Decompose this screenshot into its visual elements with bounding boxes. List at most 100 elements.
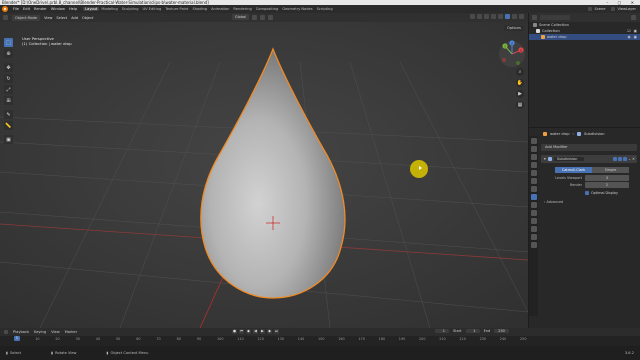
- move-tool-icon[interactable]: ✥: [4, 63, 13, 72]
- viewport-menu-object[interactable]: Object: [82, 16, 93, 20]
- xray-toggle-icon[interactable]: [491, 14, 496, 19]
- jump-start-icon[interactable]: ⏮: [239, 329, 244, 334]
- menu-help[interactable]: Help: [67, 7, 79, 11]
- add-cube-tool-icon[interactable]: ▣: [4, 135, 13, 144]
- render-tab-icon[interactable]: [530, 146, 537, 152]
- viewport-menu-view[interactable]: View: [44, 16, 52, 20]
- rotate-tool-icon[interactable]: ↻: [4, 74, 13, 83]
- timeline-menu-keying[interactable]: Keying: [34, 330, 46, 334]
- render-levels-field[interactable]: 2: [585, 182, 629, 188]
- data-tab-icon[interactable]: [530, 226, 537, 232]
- blender-logo-icon[interactable]: [2, 6, 8, 12]
- modifier-name-field[interactable]: Subdivision: [553, 157, 584, 161]
- workspace-tab-geometry-nodes[interactable]: Geometry Nodes: [280, 7, 314, 11]
- eye-icon[interactable]: ◉: [627, 34, 630, 40]
- shading-rendered-icon[interactable]: [519, 14, 524, 19]
- select-box-tool-icon[interactable]: ⬚: [4, 38, 13, 47]
- orientation-dropdown[interactable]: Global: [232, 14, 250, 20]
- menu-render[interactable]: Render: [32, 7, 49, 11]
- gizmo-toggle-icon[interactable]: [477, 14, 482, 19]
- mode-dropdown[interactable]: Object Mode: [12, 14, 41, 21]
- pivot-icon[interactable]: [252, 14, 258, 20]
- viewport-toggle-icon[interactable]: [617, 157, 622, 161]
- workspace-tab-layout[interactable]: Layout: [83, 7, 100, 11]
- texture-tab-icon[interactable]: [530, 242, 537, 248]
- workspace-tab-compositing[interactable]: Compositing: [254, 7, 281, 11]
- timeline-type-icon[interactable]: [4, 330, 8, 334]
- world-tab-icon[interactable]: [530, 178, 537, 184]
- outliner-search-icon[interactable]: [540, 15, 570, 20]
- end-frame-field[interactable]: 250: [494, 329, 509, 333]
- view-layer-selector[interactable]: ViewLayer: [611, 7, 636, 11]
- menu-file[interactable]: File: [11, 7, 21, 11]
- output-tab-icon[interactable]: [530, 154, 537, 160]
- add-modifier-button[interactable]: Add Modifier: [541, 144, 637, 151]
- workspace-tab-scripting[interactable]: Scripting: [315, 7, 335, 11]
- timeline-ruler[interactable]: 0102030405060708090100110120130140150160…: [0, 337, 528, 345]
- jump-end-icon[interactable]: ⏭: [274, 329, 279, 334]
- annotate-tool-icon[interactable]: ✎: [4, 110, 13, 119]
- viewport-menu-add[interactable]: Add: [71, 16, 78, 20]
- overlay-toggle-icon[interactable]: [484, 14, 489, 19]
- workspace-tab-modeling[interactable]: Modeling: [99, 7, 119, 11]
- physics-tab-icon[interactable]: [530, 210, 537, 216]
- menu-edit[interactable]: Edit: [21, 7, 32, 11]
- workspace-tab-texture-paint[interactable]: Texture Paint: [163, 7, 190, 11]
- play-icon[interactable]: ▶: [260, 329, 265, 334]
- levels-viewport-field[interactable]: 3: [585, 175, 629, 181]
- camera-icon[interactable]: ▣: [634, 34, 637, 40]
- shading-material-icon[interactable]: [512, 14, 517, 19]
- modifier-tab-icon[interactable]: [530, 194, 537, 200]
- outliner-row-water-drop[interactable]: water drop ◉ ▣: [529, 34, 640, 40]
- 3d-viewport[interactable]: User Perspective (1) Collection | water …: [0, 22, 528, 328]
- navigation-gizmo[interactable]: X Y Z: [498, 40, 526, 68]
- scene-selector[interactable]: Scene: [588, 7, 605, 11]
- edit-mode-toggle-icon[interactable]: [612, 157, 617, 161]
- shading-solid-icon[interactable]: [505, 14, 510, 19]
- shading-wireframe-icon[interactable]: [498, 14, 503, 19]
- ortho-grid-icon[interactable]: ▦: [516, 101, 524, 109]
- modifier-menu-chevron-icon[interactable]: ⌄: [628, 157, 631, 161]
- workspace-tab-uv-editing[interactable]: UV Editing: [141, 7, 164, 11]
- viewport-canvas[interactable]: [0, 22, 528, 328]
- viewport-menu-select[interactable]: Select: [56, 16, 67, 20]
- snap-icon[interactable]: [260, 14, 266, 20]
- timeline-menu-playback[interactable]: Playback: [13, 330, 29, 334]
- current-frame-field[interactable]: 1: [435, 329, 449, 333]
- measure-tool-icon[interactable]: 📏: [4, 121, 13, 130]
- scene-tab-icon[interactable]: [530, 170, 537, 176]
- editor-type-icon[interactable]: [3, 15, 8, 20]
- render-toggle-icon[interactable]: [622, 157, 627, 161]
- next-keyframe-icon[interactable]: ◆: [267, 329, 272, 334]
- pan-hand-icon[interactable]: ✋: [516, 79, 524, 87]
- workspace-tab-sculpting[interactable]: Sculpting: [120, 7, 141, 11]
- transform-tool-icon[interactable]: ⊞: [4, 96, 13, 105]
- workspace-tab-rendering[interactable]: Rendering: [231, 7, 253, 11]
- material-tab-icon[interactable]: [530, 234, 537, 240]
- collapse-chevron-icon[interactable]: ▾: [544, 157, 546, 161]
- start-frame-field[interactable]: 1: [465, 329, 480, 333]
- workspace-tab-shading[interactable]: Shading: [190, 7, 209, 11]
- filter-icon[interactable]: [631, 15, 636, 20]
- visibility-icon[interactable]: [470, 14, 475, 19]
- catmull-clark-button[interactable]: Catmull-Clark: [555, 167, 592, 173]
- advanced-subpanel[interactable]: › Advanced: [541, 200, 637, 204]
- object-tab-icon[interactable]: [530, 186, 537, 192]
- optimal-display-checkbox[interactable]: Optimal Display: [585, 190, 637, 196]
- simple-button[interactable]: Simple: [592, 167, 629, 173]
- tool-tab-icon[interactable]: [530, 138, 537, 144]
- scale-tool-icon[interactable]: ⤢: [4, 85, 13, 94]
- proportional-edit-icon[interactable]: [268, 14, 274, 20]
- particles-tab-icon[interactable]: [530, 202, 537, 208]
- viewport-options-button[interactable]: Options: [504, 25, 524, 31]
- playhead[interactable]: 1: [14, 336, 20, 341]
- view-layer-tab-icon[interactable]: [530, 162, 537, 168]
- play-reverse-icon[interactable]: ◀: [253, 329, 258, 334]
- zoom-icon[interactable]: ⌕: [516, 68, 524, 76]
- timeline-menu-view[interactable]: View: [51, 330, 60, 334]
- outliner-type-icon[interactable]: [532, 15, 537, 20]
- prev-keyframe-icon[interactable]: ◆: [246, 329, 251, 334]
- timeline-menu-marker[interactable]: Marker: [65, 330, 77, 334]
- remove-modifier-icon[interactable]: ✕: [632, 157, 635, 161]
- constraints-tab-icon[interactable]: [530, 218, 537, 224]
